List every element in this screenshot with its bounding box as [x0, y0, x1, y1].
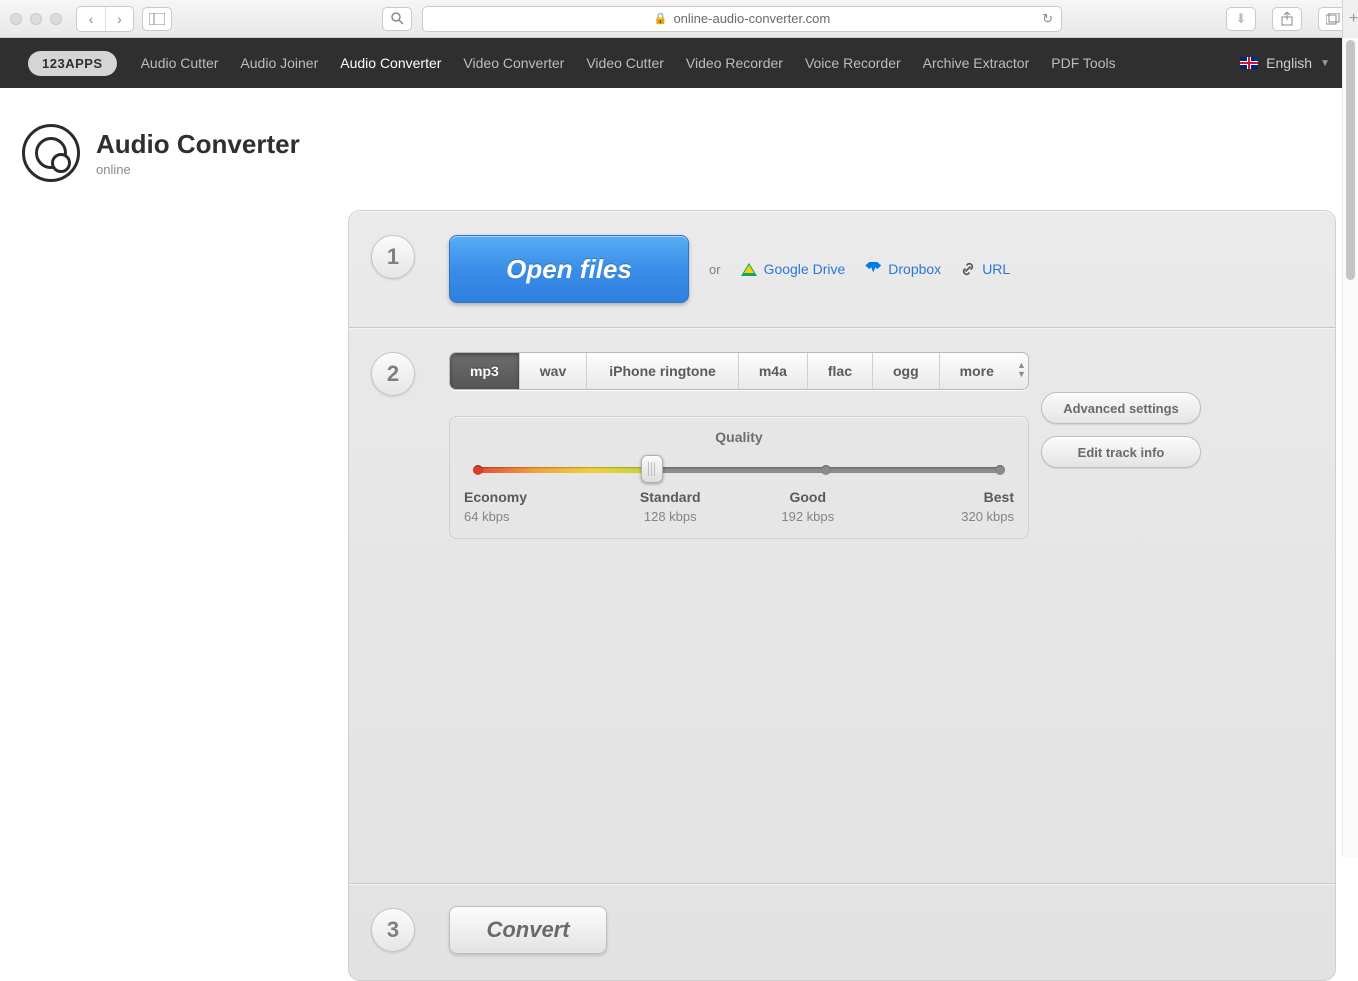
preset-bitrate: 320 kbps [877, 509, 1015, 524]
preset-bitrate: 192 kbps [739, 509, 877, 524]
sidebar-toggle-button[interactable] [142, 7, 172, 31]
forward-button[interactable]: › [105, 7, 133, 31]
window-controls [10, 13, 62, 25]
format-mp3[interactable]: mp3 [450, 353, 520, 389]
convert-button[interactable]: Convert [449, 906, 607, 954]
browser-chrome: ‹ › 🔒 online-audio-converter.com ↻ ⬇ + [0, 0, 1358, 38]
format-flac[interactable]: flac [808, 353, 873, 389]
nav-link-video-recorder[interactable]: Video Recorder [686, 55, 783, 71]
slider-tick-economy[interactable] [473, 465, 483, 475]
page-title: Audio Converter [96, 129, 300, 160]
address-bar[interactable]: 🔒 online-audio-converter.com ↻ [422, 6, 1062, 32]
search-icon [391, 12, 404, 25]
slider-tick-best[interactable] [995, 465, 1005, 475]
new-tab-button[interactable]: + [1342, 0, 1358, 38]
lock-icon: 🔒 [654, 12, 668, 25]
download-icon: ⬇ [1236, 11, 1247, 27]
quality-preset-standard: Standard 128 kbps [602, 489, 740, 524]
downloads-button[interactable]: ⬇ [1226, 7, 1256, 31]
slider-handle[interactable] [641, 455, 663, 483]
format-m4a[interactable]: m4a [739, 353, 808, 389]
dropbox-icon [865, 262, 881, 276]
nav-link-audio-joiner[interactable]: Audio Joiner [240, 55, 318, 71]
preset-bitrate: 128 kbps [602, 509, 740, 524]
minimize-window-icon[interactable] [30, 13, 42, 25]
preset-name: Standard [602, 489, 740, 505]
format-segmented-control: mp3waviPhone ringtonem4aflacoggmore▲▼ [449, 352, 1029, 390]
nav-link-archive-extractor[interactable]: Archive Extractor [923, 55, 1030, 71]
quality-panel: Quality Economy64 kbpsStandard128 kbpsGo… [449, 416, 1029, 539]
chevron-down-icon: ▼ [1320, 58, 1330, 69]
quality-preset-best: Best 320 kbps [877, 489, 1015, 524]
scrollbar-thumb[interactable] [1346, 40, 1355, 280]
edit-track-info-button[interactable]: Edit track info [1041, 436, 1201, 468]
quality-preset-good: Good 192 kbps [739, 489, 877, 524]
url-label: URL [982, 261, 1010, 277]
converter-card: 1 Open files or Google Drive Dropbox URL… [348, 210, 1336, 981]
step-number-3: 3 [371, 908, 415, 952]
nav-link-audio-converter[interactable]: Audio Converter [340, 55, 441, 71]
slider-tick-good[interactable] [821, 465, 831, 475]
back-button[interactable]: ‹ [77, 7, 105, 31]
close-window-icon[interactable] [10, 13, 22, 25]
share-icon [1281, 12, 1293, 26]
preset-name: Best [877, 489, 1015, 505]
preset-name: Good [739, 489, 877, 505]
advanced-settings-button[interactable]: Advanced settings [1041, 392, 1201, 424]
format-iphone-ringtone[interactable]: iPhone ringtone [587, 353, 739, 389]
brand-logo[interactable]: 123APPS [28, 51, 117, 76]
slider-fill [478, 467, 652, 473]
quality-title: Quality [470, 429, 1008, 445]
preset-name: Economy [464, 489, 602, 505]
language-label: English [1266, 55, 1312, 71]
dropbox-link[interactable]: Dropbox [865, 261, 941, 277]
zoom-window-icon[interactable] [50, 13, 62, 25]
nav-link-pdf-tools[interactable]: PDF Tools [1051, 55, 1115, 71]
sidebar-icon [149, 13, 165, 25]
open-files-button[interactable]: Open files [449, 235, 689, 303]
format-wav[interactable]: wav [520, 353, 587, 389]
google-drive-link[interactable]: Google Drive [741, 261, 846, 277]
language-selector[interactable]: English ▼ [1240, 55, 1330, 71]
sort-arrows-icon: ▲▼ [1017, 361, 1026, 379]
nav-link-video-converter[interactable]: Video Converter [463, 55, 564, 71]
preset-bitrate: 64 kbps [464, 509, 602, 524]
step-number-2: 2 [371, 352, 415, 396]
nav-link-audio-cutter[interactable]: Audio Cutter [141, 55, 219, 71]
step-number-1: 1 [371, 235, 415, 279]
nav-link-voice-recorder[interactable]: Voice Recorder [805, 55, 901, 71]
reload-button[interactable]: ↻ [1042, 11, 1053, 27]
dropbox-label: Dropbox [888, 261, 941, 277]
url-text: online-audio-converter.com [673, 11, 830, 26]
format-ogg[interactable]: ogg [873, 353, 940, 389]
google-drive-label: Google Drive [764, 261, 846, 277]
nav-link-video-cutter[interactable]: Video Cutter [586, 55, 664, 71]
uk-flag-icon [1240, 57, 1258, 69]
quality-preset-economy: Economy 64 kbps [464, 489, 602, 524]
or-label: or [709, 262, 721, 277]
audio-converter-logo-icon [22, 124, 80, 182]
search-button[interactable] [382, 7, 412, 31]
google-drive-icon [741, 262, 757, 276]
url-link[interactable]: URL [961, 261, 1010, 277]
nav-arrows: ‹ › [76, 6, 134, 32]
step-2: 2 mp3waviPhone ringtonem4aflacoggmore▲▼ … [349, 327, 1335, 883]
link-icon [961, 262, 975, 276]
step-3: 3 Convert [349, 883, 1335, 980]
page-subtitle: online [96, 162, 300, 177]
scrollbar[interactable] [1342, 38, 1358, 857]
top-nav: 123APPS Audio Cutter Audio Joiner Audio Co… [0, 38, 1358, 88]
page-header: Audio Converter online [0, 88, 1358, 210]
share-button[interactable] [1272, 7, 1302, 31]
quality-slider[interactable] [478, 463, 1000, 477]
tabs-icon [1326, 13, 1340, 25]
format-more[interactable]: more▲▼ [940, 353, 1029, 389]
step-1: 1 Open files or Google Drive Dropbox URL [349, 211, 1335, 327]
